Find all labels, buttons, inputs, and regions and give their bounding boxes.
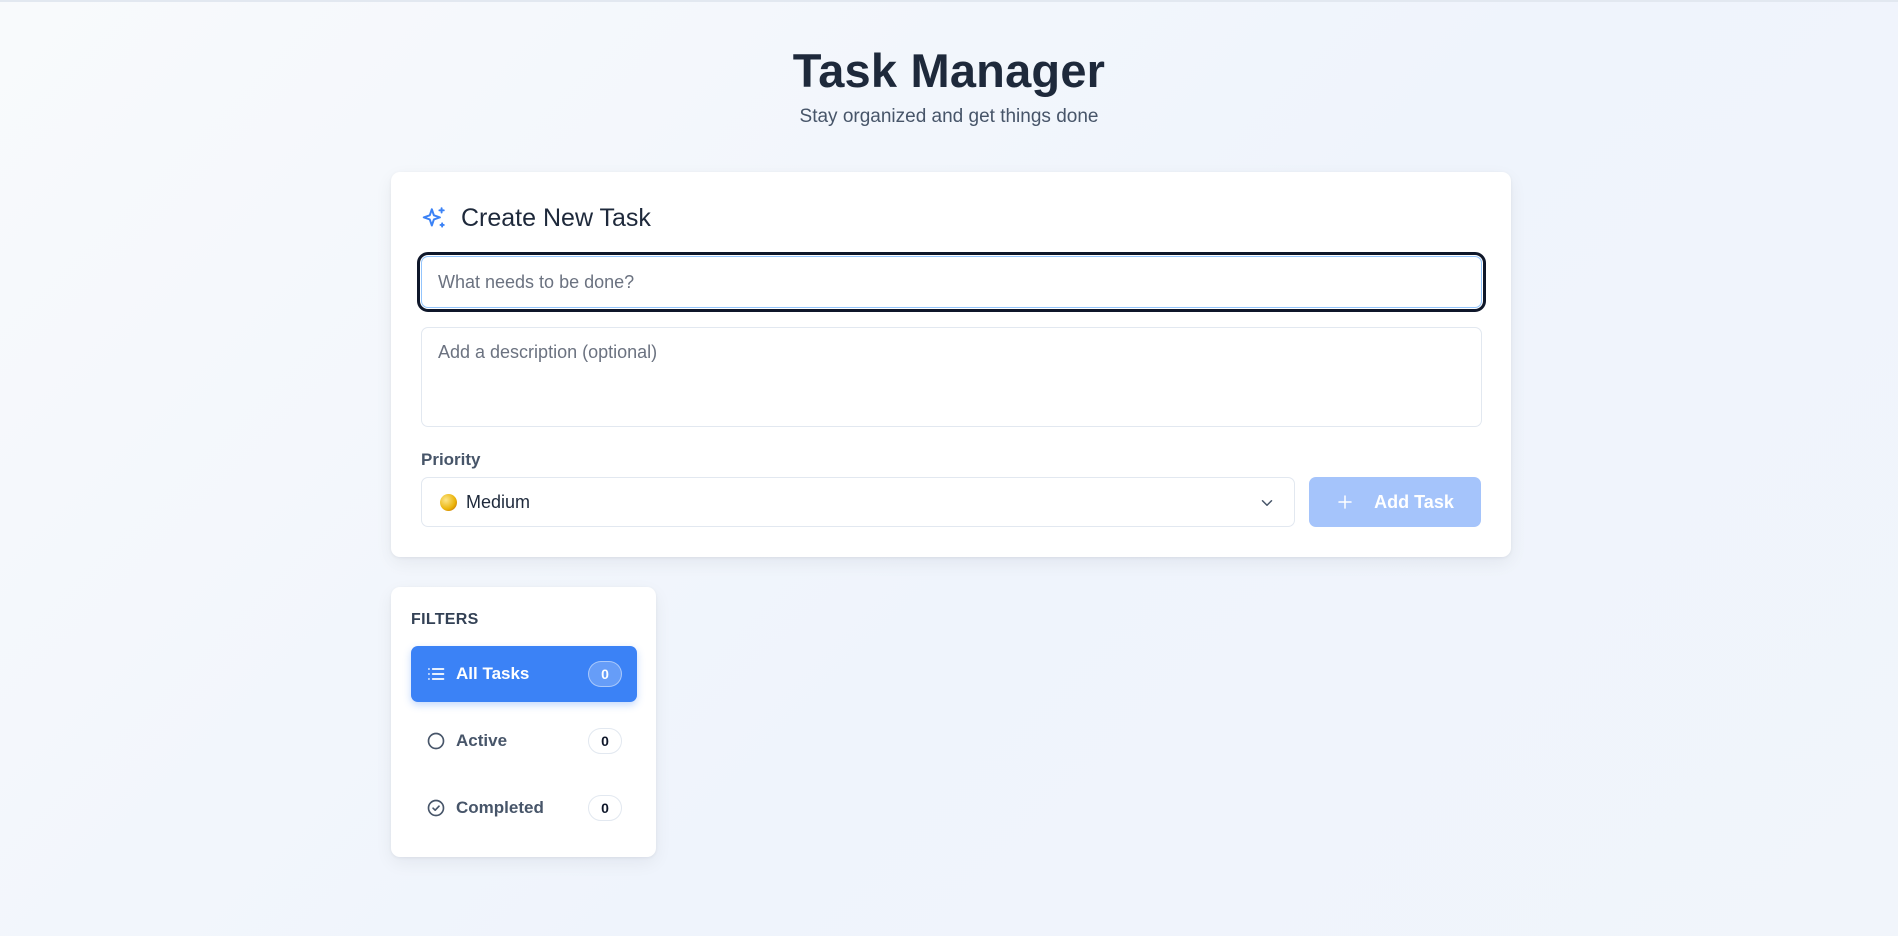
sparkles-icon — [421, 206, 447, 232]
circle-icon — [426, 731, 446, 751]
plus-icon — [1336, 493, 1354, 511]
task-description-input[interactable] — [421, 327, 1482, 427]
add-task-label: Add Task — [1374, 491, 1454, 512]
check-circle-icon — [426, 798, 446, 818]
page-title: Task Manager — [792, 44, 1106, 97]
chevron-down-icon — [1258, 494, 1276, 512]
add-task-button[interactable]: Add Task — [1309, 477, 1481, 527]
priority-medium-dot-icon — [440, 493, 457, 511]
filter-count-badge: 0 — [588, 795, 622, 821]
create-task-title: Create New Task — [461, 204, 651, 232]
create-task-header: Create New Task — [421, 204, 651, 233]
filter-completed[interactable]: Completed 0 — [411, 780, 637, 836]
top-border — [0, 0, 1898, 2]
page-header: Task Manager Stay organized and get thin… — [0, 40, 1898, 130]
filter-label: All Tasks — [456, 664, 530, 683]
filters-heading: FILTERS — [411, 611, 479, 628]
create-task-card: Create New Task Priority Medium Add Task — [391, 172, 1511, 557]
filter-count-badge: 0 — [588, 728, 622, 754]
task-title-input[interactable] — [417, 252, 1486, 312]
list-icon — [426, 664, 446, 684]
filter-label: Completed — [456, 798, 544, 817]
priority-selected-value: Medium — [466, 491, 531, 512]
filter-label: Active — [456, 731, 508, 750]
priority-label: Priority — [421, 450, 481, 469]
filters-panel: FILTERS All Tasks 0 Active 0 Completed 0 — [391, 587, 656, 857]
page-subtitle: Stay organized and get things done — [799, 106, 1099, 127]
priority-select[interactable]: Medium — [421, 477, 1295, 527]
filter-active[interactable]: Active 0 — [411, 713, 637, 769]
filter-count-badge: 0 — [588, 661, 622, 687]
filter-all-tasks[interactable]: All Tasks 0 — [411, 646, 637, 702]
